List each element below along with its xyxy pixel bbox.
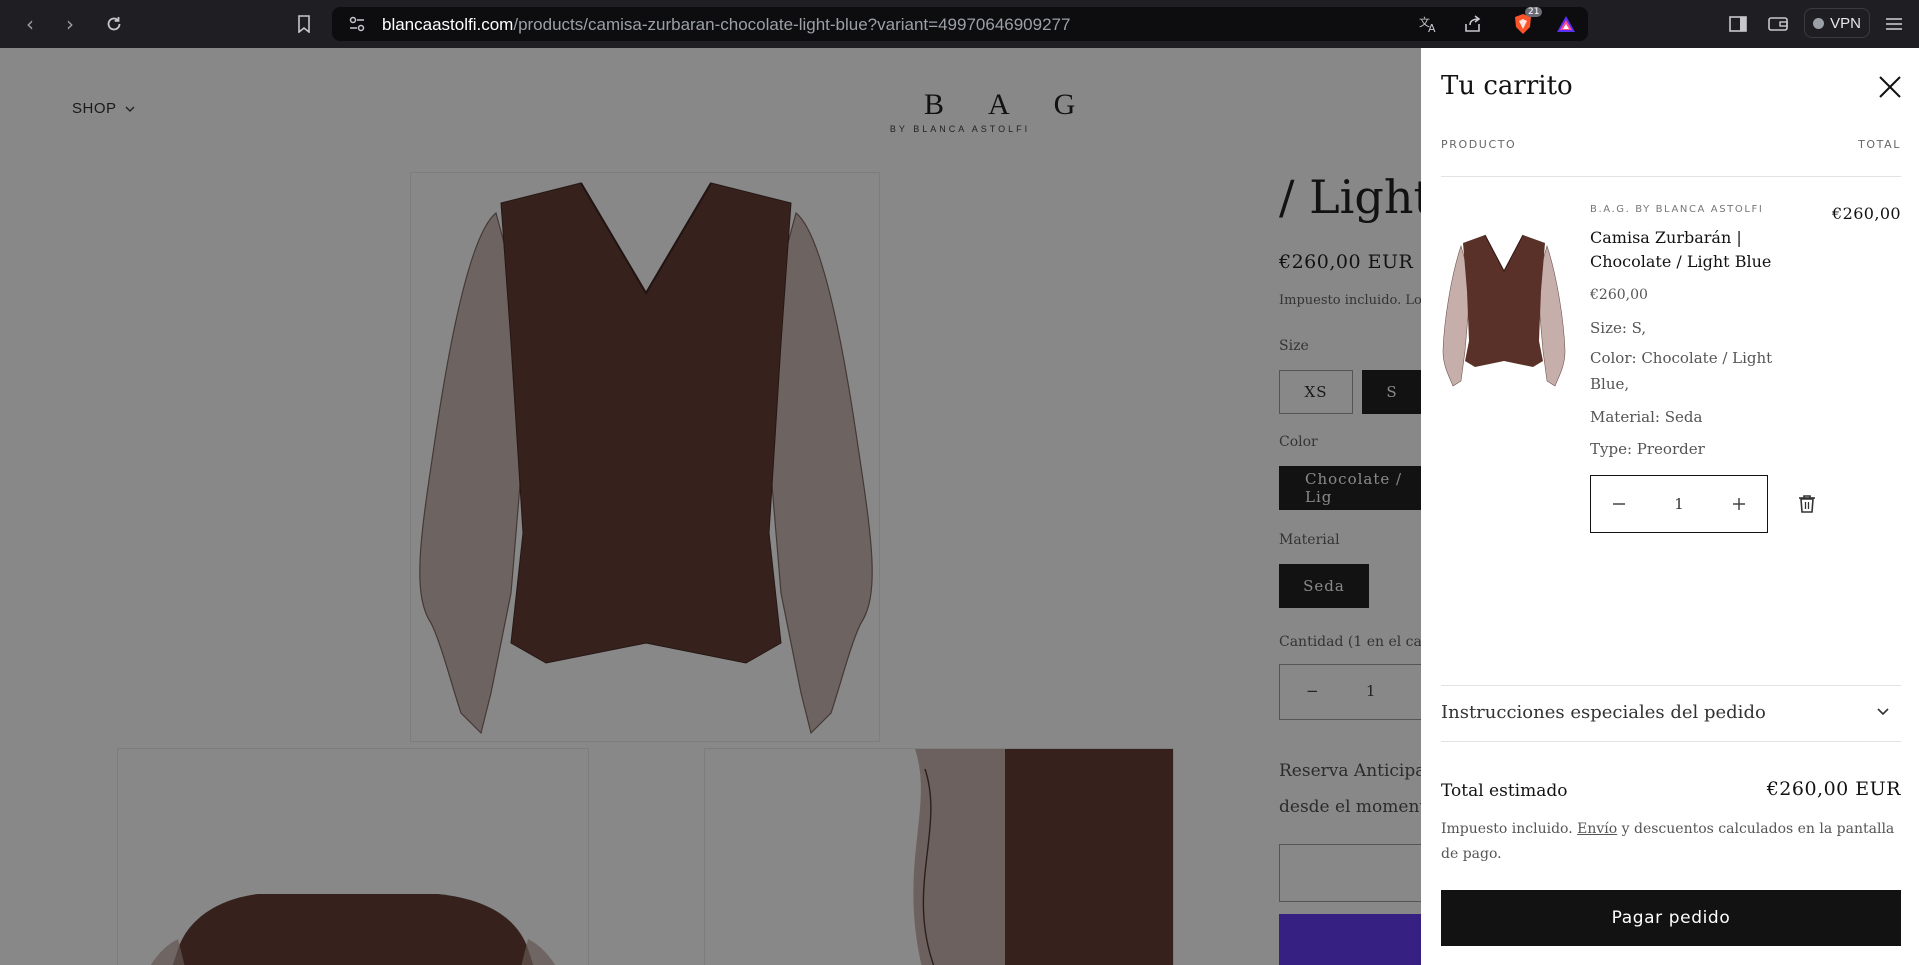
cart-title: Tu carrito — [1441, 71, 1573, 101]
sidebar-toggle-icon[interactable] — [1724, 10, 1752, 38]
column-header-product: PRODUCTO — [1441, 138, 1517, 151]
notes-divider-bottom — [1441, 741, 1901, 742]
forward-icon[interactable]: › — [56, 10, 84, 38]
cart-quantity-input[interactable]: 1 — [1647, 476, 1711, 532]
shipping-link[interactable]: Envío — [1577, 821, 1617, 837]
vpn-button[interactable]: VPN — [1804, 8, 1870, 38]
header-divider — [1441, 176, 1901, 177]
brave-rewards-icon[interactable] — [1552, 10, 1580, 38]
increase-quantity-button[interactable] — [1711, 476, 1767, 532]
minus-icon — [1613, 503, 1625, 505]
close-icon — [1879, 76, 1901, 98]
shields-count-badge: 21 — [1525, 7, 1543, 17]
cart-item-line-total: €260,00 — [1832, 204, 1901, 223]
url-text: blancaastolfi.com/products/camisa-zurbar… — [382, 15, 1071, 34]
estimated-total-value: €260,00 EUR — [1766, 778, 1901, 800]
cart-overlay[interactable] — [0, 48, 1421, 965]
cart-item-image[interactable] — [1441, 231, 1567, 393]
cart-item-vendor: B.A.G. BY BLANCA ASTOLFI — [1590, 204, 1764, 215]
vpn-status-icon — [1813, 17, 1825, 29]
cart-quantity-stepper: 1 — [1590, 475, 1768, 533]
site-settings-icon[interactable] — [348, 15, 366, 37]
decrease-quantity-button[interactable] — [1591, 476, 1647, 532]
translate-icon[interactable]: 文A — [1415, 10, 1443, 38]
menu-icon[interactable] — [1880, 10, 1908, 38]
cart-item-option-material: Material: Seda — [1590, 408, 1703, 426]
browser-toolbar: ‹ › blancaastolfi.com/products/camisa-zu… — [0, 0, 1919, 48]
cart-item-option-type: Type: Preorder — [1590, 440, 1705, 458]
estimated-total-label: Total estimado — [1441, 781, 1568, 801]
chevron-down-icon — [1877, 708, 1889, 716]
reload-icon[interactable] — [100, 10, 128, 38]
cart-tax-note: Impuesto incluido. Envío y descuentos ca… — [1441, 821, 1895, 862]
column-header-total: TOTAL — [1858, 138, 1901, 151]
blouse-thumbnail — [1442, 234, 1566, 387]
brave-shields-icon[interactable]: 21 — [1509, 7, 1543, 38]
cart-drawer: Tu carrito PRODUCTO TOTAL B.A.G. BY BLAN… — [1421, 48, 1919, 965]
wallet-icon[interactable] — [1764, 10, 1792, 38]
checkout-button[interactable]: Pagar pedido — [1441, 890, 1901, 946]
order-notes-label: Instrucciones especiales del pedido — [1441, 702, 1766, 723]
share-icon[interactable] — [1459, 10, 1487, 38]
trash-icon — [1799, 495, 1815, 513]
cart-item-option-size: Size: S, — [1590, 319, 1647, 337]
order-notes-toggle[interactable]: Instrucciones especiales del pedido — [1441, 685, 1901, 741]
address-bar[interactable]: blancaastolfi.com/products/camisa-zurbar… — [332, 7, 1588, 41]
cart-item-option-color: Color: Chocolate / Light Blue, — [1590, 349, 1773, 393]
cart-item-unit-price: €260,00 — [1590, 287, 1648, 303]
close-cart-button[interactable] — [1871, 68, 1907, 104]
bookmark-icon[interactable] — [290, 10, 318, 38]
svg-text:A: A — [1428, 22, 1436, 33]
back-icon[interactable]: ‹ — [16, 10, 44, 38]
remove-item-button[interactable] — [1796, 493, 1818, 515]
cart-item-name[interactable]: Camisa Zurbarán | Chocolate / Light Blue — [1590, 226, 1790, 274]
plus-icon — [1733, 498, 1745, 510]
